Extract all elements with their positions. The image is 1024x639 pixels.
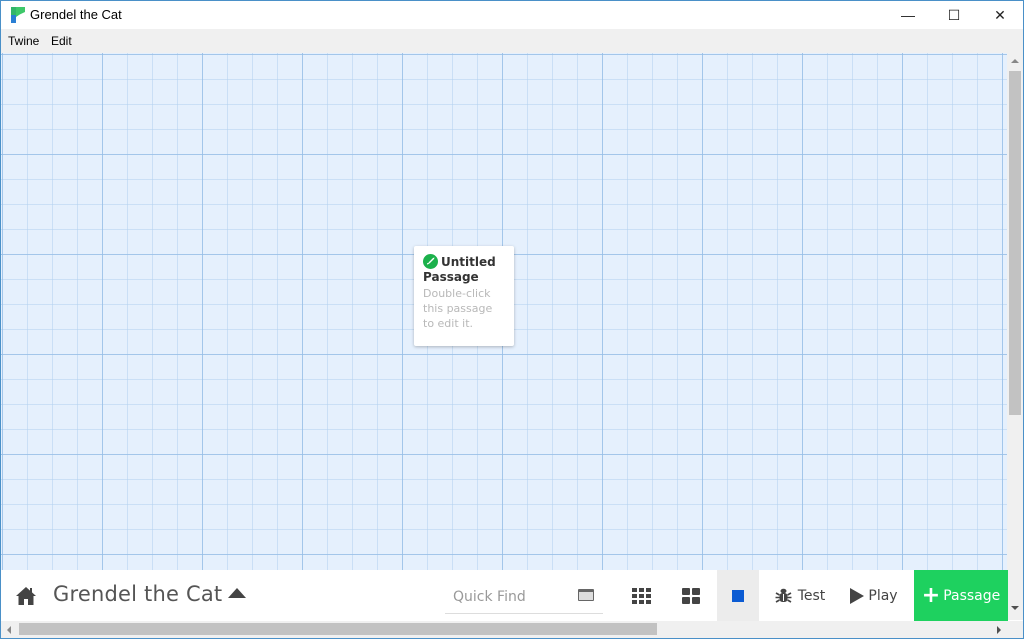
play-icon: [850, 587, 865, 604]
plus-icon: +: [921, 582, 941, 608]
caret-up-icon: [228, 588, 247, 598]
close-button[interactable]: ✕: [977, 1, 1023, 29]
passage-card[interactable]: Untitled Passage Double-click this passa…: [414, 246, 514, 346]
new-passage-button[interactable]: + Passage: [914, 570, 1008, 621]
close-icon: ✕: [994, 6, 1006, 23]
twine-logo-icon: [11, 7, 25, 23]
horizontal-scrollbar[interactable]: [1, 621, 1007, 638]
scroll-up-arrow-icon[interactable]: [1011, 59, 1019, 63]
passage-label: Passage: [943, 587, 1001, 604]
title-bar: Grendel the Cat — ☐ ✕: [1, 1, 1023, 29]
scroll-left-arrow-icon[interactable]: [7, 626, 11, 634]
story-title: Grendel the Cat: [53, 582, 223, 606]
play-label: Play: [868, 587, 898, 604]
menu-edit[interactable]: Edit: [51, 34, 72, 48]
maximize-button[interactable]: ☐: [931, 1, 977, 29]
minimize-button[interactable]: —: [885, 1, 931, 29]
grid-4-icon: [682, 587, 700, 604]
menu-twine[interactable]: Twine: [8, 34, 39, 48]
maximize-icon: ☐: [947, 6, 961, 23]
play-button[interactable]: Play: [841, 570, 907, 621]
story-map-canvas[interactable]: Untitled Passage Double-click this passa…: [1, 53, 1007, 570]
scrollbar-corner: [1007, 621, 1023, 638]
zoom-small-button[interactable]: [619, 570, 663, 621]
bug-icon: [775, 588, 792, 603]
test-label: Test: [797, 587, 826, 604]
vertical-scrollbar[interactable]: [1007, 53, 1023, 620]
horizontal-scroll-thumb[interactable]: [19, 623, 657, 635]
passage-excerpt: Double-click this passage to edit it.: [423, 287, 493, 330]
menu-bar: Twine Edit: [1, 29, 1023, 53]
scroll-right-arrow-icon[interactable]: [997, 626, 1001, 634]
test-button[interactable]: Test: [765, 570, 835, 621]
window-title: Grendel the Cat: [30, 7, 122, 22]
vertical-scroll-thumb[interactable]: [1009, 71, 1021, 415]
scroll-down-arrow-icon[interactable]: [1011, 606, 1019, 610]
home-icon[interactable]: [15, 586, 37, 606]
story-toolbar: Grendel the Cat Test: [3, 570, 1008, 621]
zoom-medium-button[interactable]: [669, 570, 713, 621]
grid-9-icon: [631, 587, 651, 604]
app-window: Grendel the Cat — ☐ ✕ Twine Edit Untitle…: [0, 0, 1024, 639]
square-icon: [732, 589, 744, 602]
story-title-menu[interactable]: Grendel the Cat: [53, 582, 247, 606]
highlight-passages-icon[interactable]: [578, 589, 594, 601]
minimize-icon: —: [901, 7, 915, 23]
zoom-large-button[interactable]: [717, 570, 759, 621]
rocket-icon: [423, 254, 438, 269]
